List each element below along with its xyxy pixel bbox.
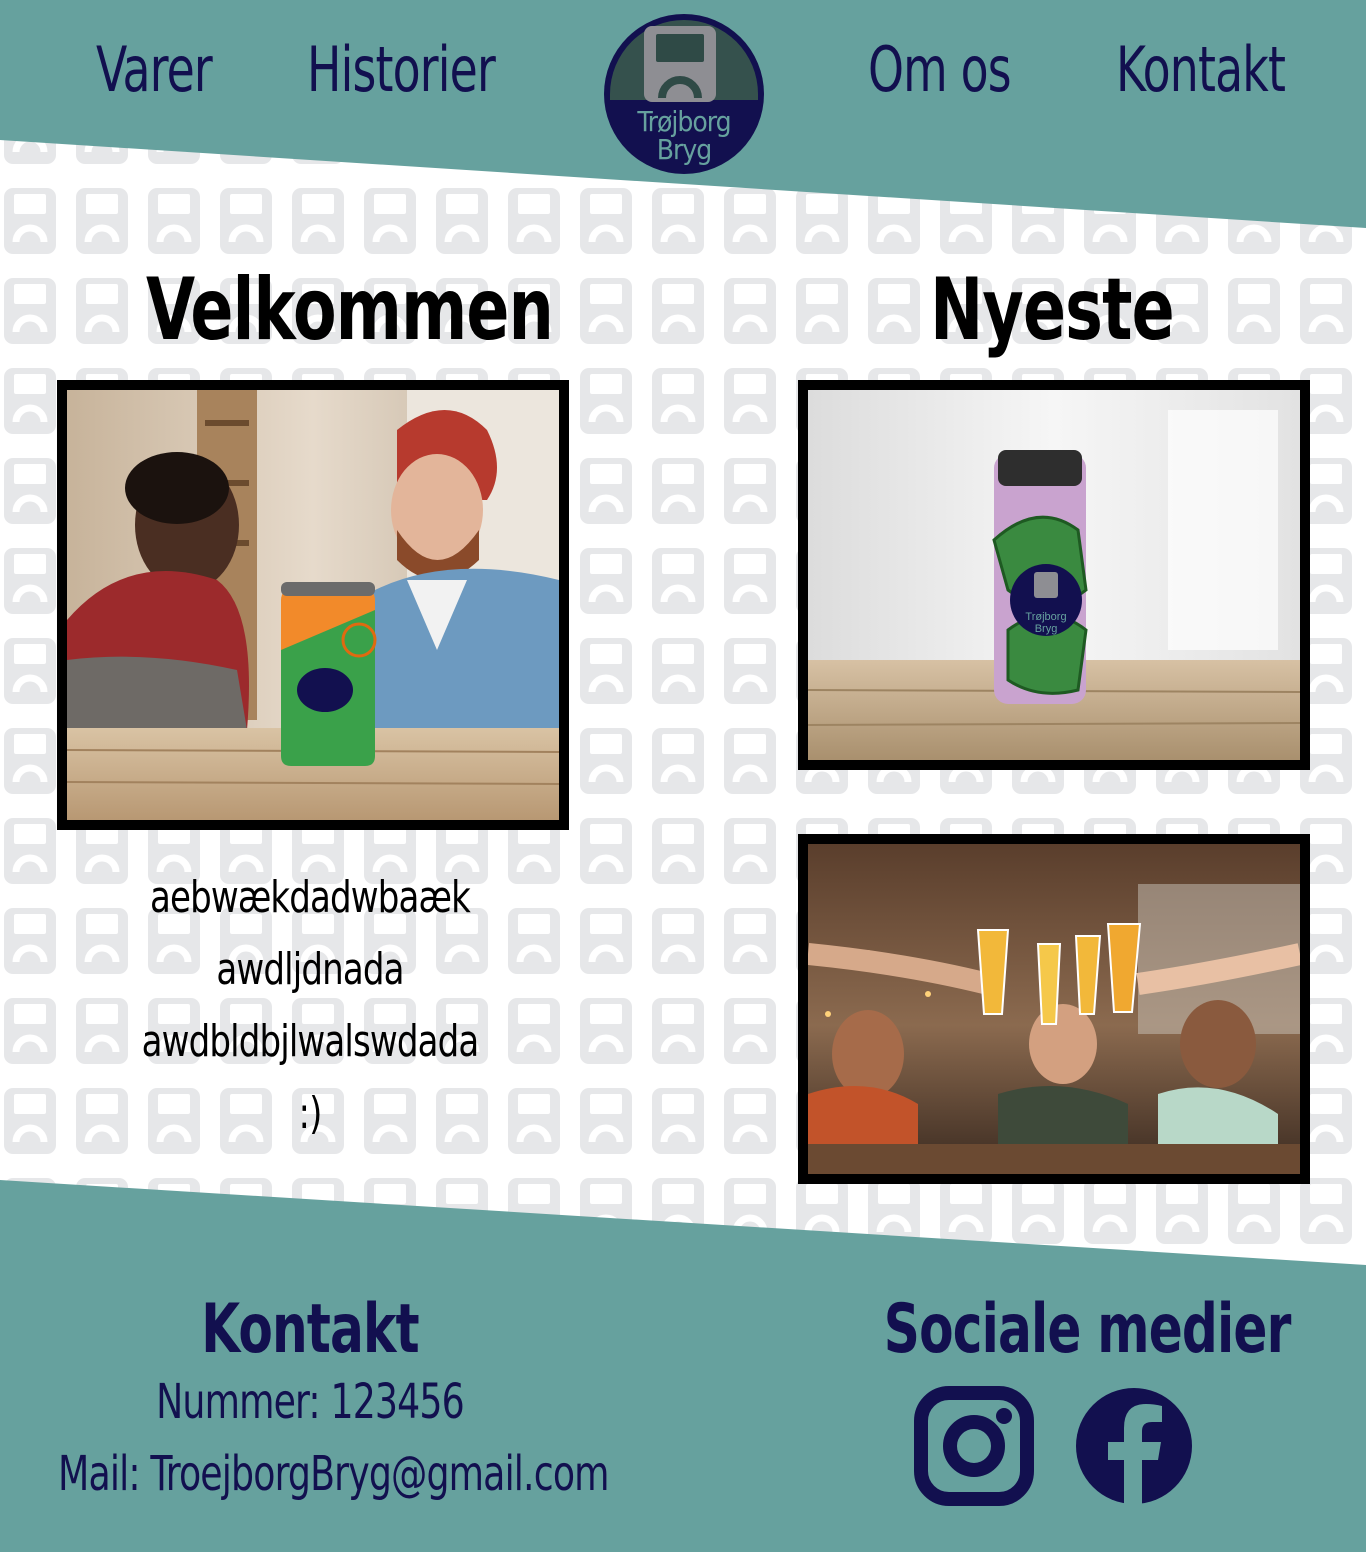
instagram-icon[interactable] [912,1384,1036,1508]
toasting-photo [798,834,1310,1184]
logo-text: Trøjborg Bryg [637,105,731,166]
footer-contact-title: Kontakt [201,1290,419,1369]
can-label-line2: Bryg [1035,623,1058,635]
newest-title: Nyeste [930,260,1175,360]
welcome-text-line: aebwækdadwbaæk [150,872,471,923]
welcome-text-line: awdbldbjlwalswdada [141,1016,480,1067]
welcome-photo [57,380,569,830]
contact-phone[interactable]: Nummer: 123456 [142,1372,478,1432]
brand-logo[interactable]: Trøjborg Bryg [600,10,768,178]
facebook-icon[interactable] [1072,1384,1196,1508]
newest-product-photo[interactable]: Trøjborg Bryg [798,380,1310,770]
footer-social-title: Sociale medier [883,1290,1292,1369]
nav-link-historier[interactable]: Historier [307,30,496,110]
welcome-title: Velkommen [146,260,554,360]
can-label-line1: Trøjborg [1025,611,1066,623]
contact-email[interactable]: Mail: TroejborgBryg@gmail.com [58,1444,610,1504]
welcome-text: aebwækdadwbaæk awdljdnada awdbldbjlwalsw… [90,862,530,1150]
welcome-text-line: :) [298,1088,322,1139]
nav-link-kontakt[interactable]: Kontakt [1116,30,1286,110]
nav-link-varer[interactable]: Varer [96,30,213,110]
nav-link-om-os[interactable]: Om os [868,30,1012,110]
welcome-text-line: awdljdnada [216,944,404,995]
